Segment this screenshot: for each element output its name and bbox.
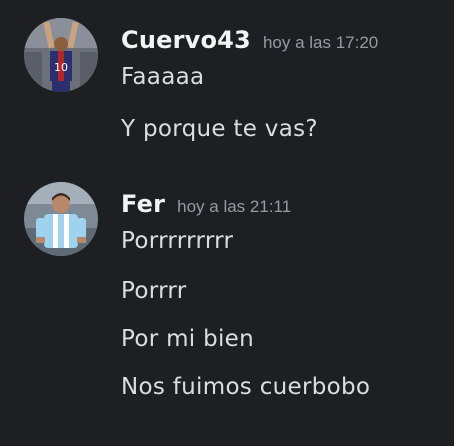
message-header: Cuervo43 hoy a las 17:20 [121,26,378,54]
svg-text:10: 10 [54,61,68,74]
username[interactable]: Fer [121,190,165,218]
message-header: Fer hoy a las 21:11 [121,190,291,218]
avatar-soccer-player-icon [24,182,98,256]
message-text: Porrrrrrrrr [121,228,234,254]
message-text: Por mi bien [121,326,255,352]
message-text: Y porque te vas? [121,116,318,142]
avatar-cuervo43[interactable]: 10 [24,18,98,92]
message-text: Porrrr [121,278,187,304]
message-text: Nos fuimos cuerbobo [121,374,371,400]
username[interactable]: Cuervo43 [121,26,251,54]
message-text: Faaaaa [121,64,205,90]
avatar-fer[interactable] [24,182,98,256]
timestamp: hoy a las 17:20 [262,33,379,52]
avatar-soccer-player-icon: 10 [24,18,98,92]
timestamp: hoy a las 21:11 [177,197,292,216]
